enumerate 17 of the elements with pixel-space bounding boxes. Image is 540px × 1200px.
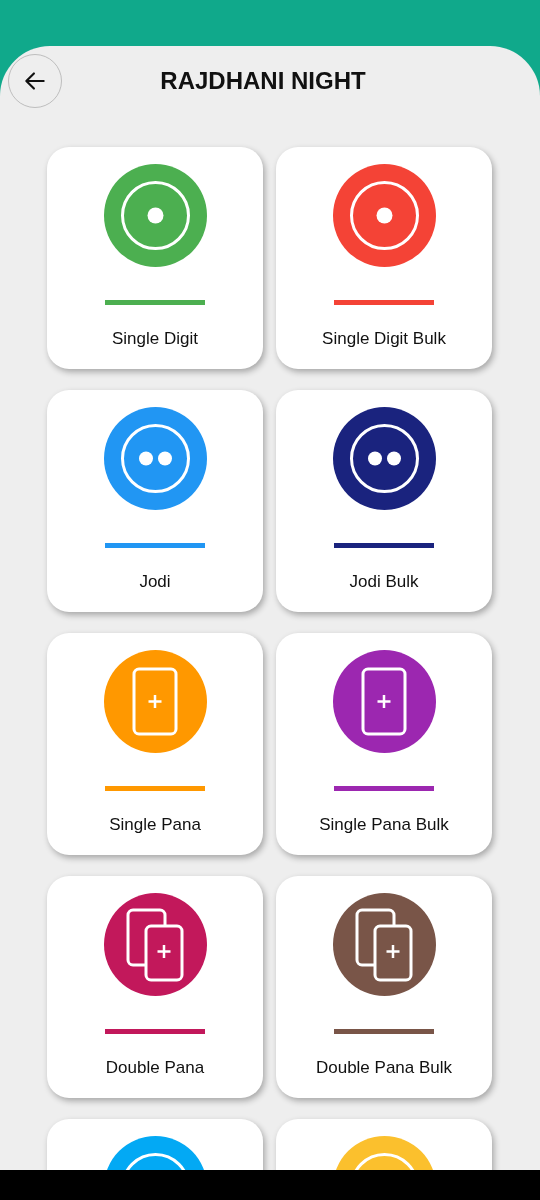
game-label: Single Pana bbox=[109, 815, 201, 835]
game-label: Double Pana bbox=[105, 1058, 205, 1078]
game-card[interactable]: Single Digit Bulk bbox=[276, 147, 492, 369]
game-label: Single Pana Bulk bbox=[319, 815, 449, 835]
game-card[interactable]: Single Digit bbox=[47, 147, 263, 369]
game-label: Jodi Bulk bbox=[349, 572, 419, 592]
game-card[interactable]: Double Pana Bulk bbox=[276, 876, 492, 1098]
game-card[interactable]: Double Pana bbox=[47, 876, 263, 1098]
game-label: Single Digit bbox=[112, 329, 198, 349]
game-label: Double Pana Bulk bbox=[315, 1058, 453, 1078]
game-card[interactable]: Single Pana bbox=[47, 633, 263, 855]
game-label: Single Digit Bulk bbox=[322, 329, 446, 349]
game-card[interactable]: Jodi bbox=[47, 390, 263, 612]
page-title: RAJDHANI NIGHT bbox=[160, 67, 366, 95]
game-card[interactable]: Single Pana Bulk bbox=[276, 633, 492, 855]
game-label: Jodi bbox=[139, 572, 171, 592]
game-card[interactable]: Jodi Bulk bbox=[276, 390, 492, 612]
